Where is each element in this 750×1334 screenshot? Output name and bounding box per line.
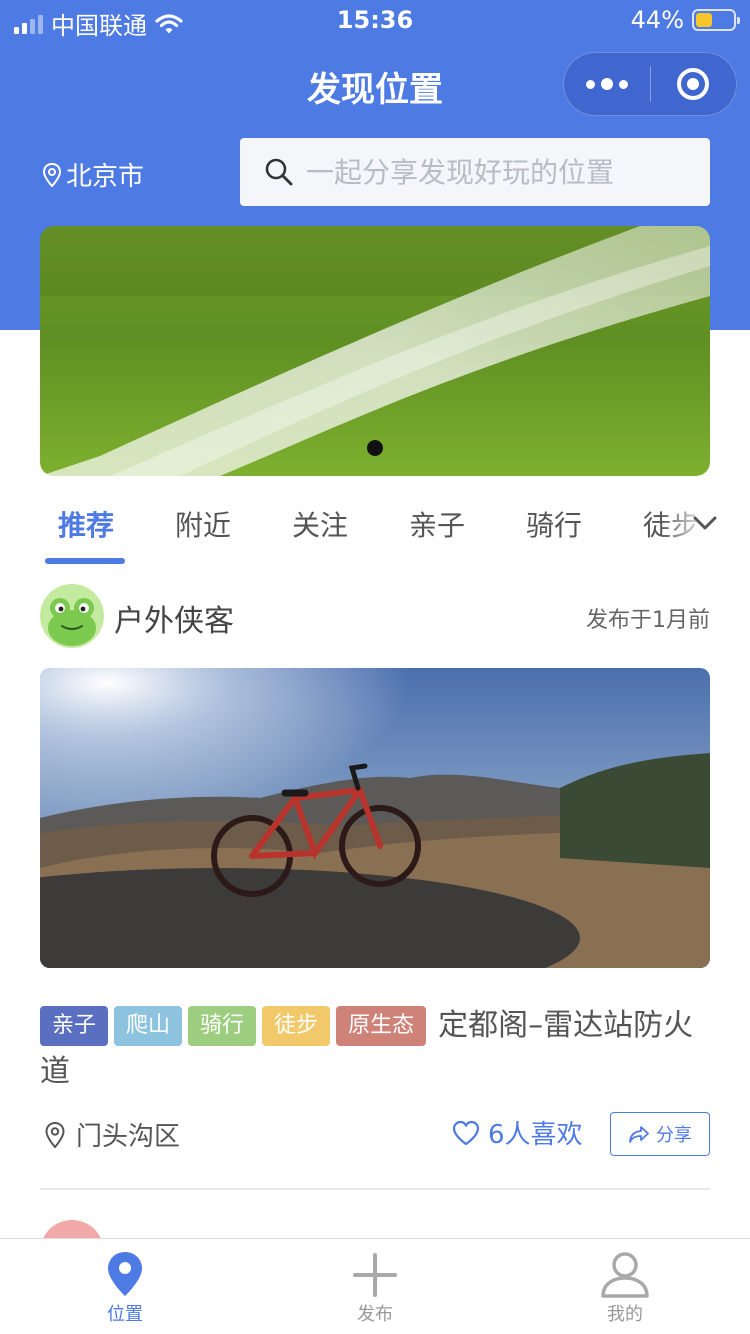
share-button[interactable]: 分享 xyxy=(610,1112,710,1156)
tab-family[interactable]: 亲子 xyxy=(409,504,465,544)
tabbar-label: 我的 xyxy=(607,1304,643,1325)
tag-family[interactable]: 亲子 xyxy=(40,1005,109,1046)
tag-natural[interactable]: 原生态 xyxy=(336,1005,427,1046)
tabbar-item-location[interactable]: 位置 xyxy=(0,1239,250,1334)
search-icon xyxy=(265,158,293,186)
post-location[interactable]: 门头沟区 xyxy=(44,1116,180,1153)
tab-recommend[interactable]: 推荐 xyxy=(58,504,114,544)
location-pin-icon xyxy=(108,1252,142,1296)
search-input[interactable] xyxy=(306,155,686,189)
plus-icon xyxy=(353,1253,397,1297)
battery-level xyxy=(696,13,712,27)
post-header: 户外侠客 发布于1月前 xyxy=(40,584,710,650)
chevron-down-icon[interactable] xyxy=(690,508,720,538)
share-label: 分享 xyxy=(656,1125,692,1146)
share-icon xyxy=(629,1126,649,1143)
search-box[interactable] xyxy=(240,138,710,206)
miniprogram-capsule xyxy=(563,52,737,116)
district-name: 门头沟区 xyxy=(76,1122,181,1152)
post-footer: 门头沟区 6人喜欢 分享 xyxy=(40,1112,710,1156)
status-right: 44% xyxy=(630,6,740,34)
post-body: 亲子 爬山 骑行 徒步 原生态 定都阁–雷达站防火道 xyxy=(40,1002,710,1095)
category-tabs: 推荐 附近 关注 亲子 骑行 徒步 xyxy=(0,488,750,568)
banner-carousel[interactable] xyxy=(40,226,710,476)
user-icon xyxy=(601,1252,649,1298)
tag-hiking[interactable]: 徒步 xyxy=(262,1005,331,1046)
post-image[interactable] xyxy=(40,668,710,968)
status-bar: 中国联通 15:36 44% xyxy=(0,0,750,40)
banner-image xyxy=(40,226,710,476)
like-button[interactable]: 6人喜欢 xyxy=(452,1114,583,1151)
post-time: 发布于1月前 xyxy=(586,608,710,633)
post-card[interactable]: 户外侠客 发布于1月前 亲子 爬山 骑行 徒步 原生态 定都阁–雷达站防火道 门… xyxy=(40,584,710,1190)
post-divider xyxy=(40,1188,710,1190)
author-name[interactable]: 户外侠客 xyxy=(114,596,234,640)
close-button[interactable] xyxy=(651,53,737,115)
bottom-tab-bar: 位置 发布 我的 xyxy=(0,1238,750,1334)
frog-avatar-icon xyxy=(48,598,96,646)
city-name: 北京市 xyxy=(66,162,145,192)
battery-percent: 44% xyxy=(630,6,684,34)
avatar[interactable] xyxy=(40,584,104,648)
active-tab-indicator xyxy=(45,558,125,564)
heart-icon xyxy=(452,1120,480,1145)
tag-cycling[interactable]: 骑行 xyxy=(188,1005,257,1046)
likes-count: 6人喜欢 xyxy=(488,1120,583,1150)
bicycle-photo xyxy=(40,668,710,968)
tab-cycling[interactable]: 骑行 xyxy=(526,504,582,544)
location-pin-icon xyxy=(45,1121,65,1148)
tab-follow[interactable]: 关注 xyxy=(292,504,348,544)
tabbar-item-mine[interactable]: 我的 xyxy=(500,1239,750,1334)
tabbar-item-publish[interactable]: 发布 xyxy=(250,1239,500,1334)
battery-icon xyxy=(692,9,740,31)
tab-nearby[interactable]: 附近 xyxy=(175,504,231,544)
city-selector[interactable]: 北京市 xyxy=(42,156,144,193)
tabbar-label: 位置 xyxy=(107,1304,143,1325)
tag-climbing[interactable]: 爬山 xyxy=(114,1005,183,1046)
more-button[interactable] xyxy=(564,53,650,115)
tabbar-label: 发布 xyxy=(357,1304,393,1325)
close-target-icon xyxy=(677,68,710,100)
carousel-indicator[interactable] xyxy=(367,440,383,456)
location-pin-icon xyxy=(42,162,62,187)
